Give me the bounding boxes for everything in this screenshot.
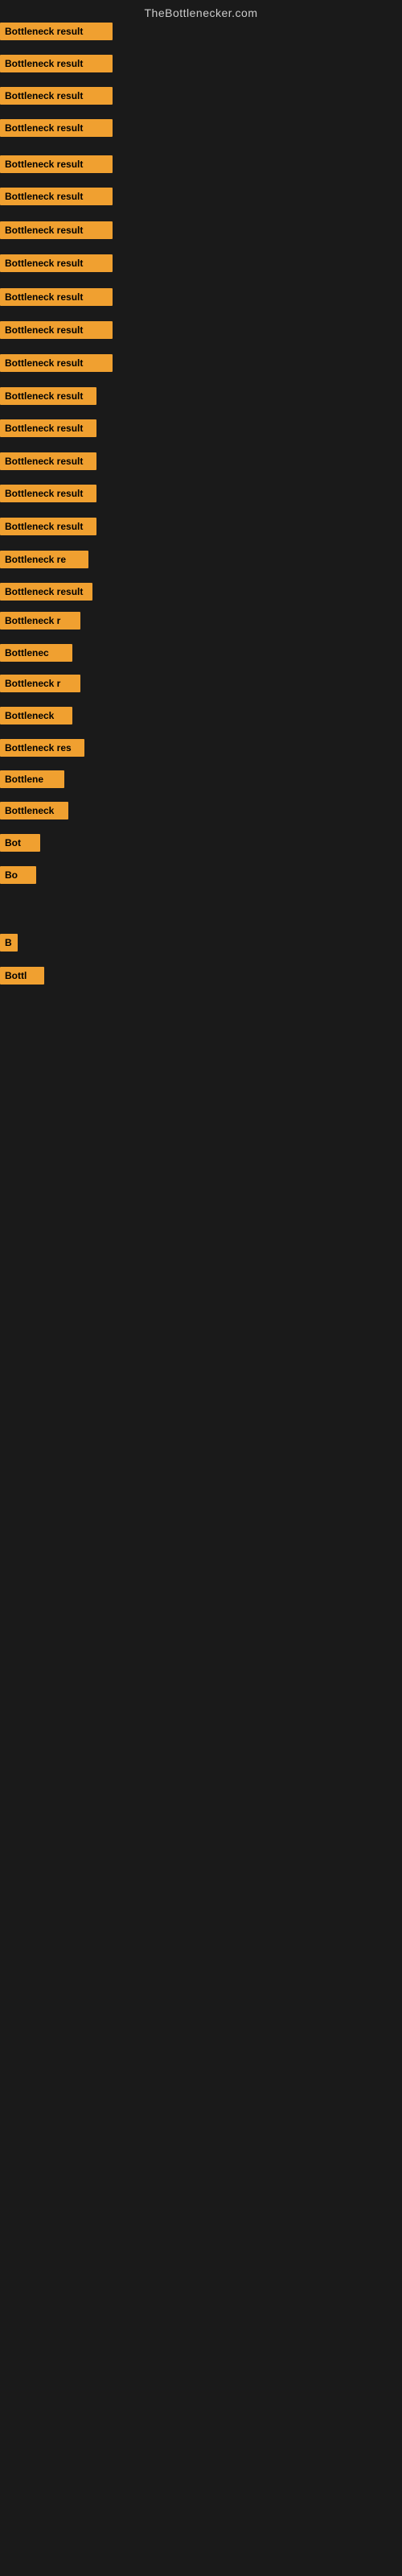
bottleneck-result-item: Bottleneck result bbox=[0, 321, 113, 339]
bottleneck-result-item: Bottleneck result bbox=[0, 485, 96, 502]
bottleneck-result-item: Bottleneck result bbox=[0, 87, 113, 105]
bottleneck-result-item: Bottlenec bbox=[0, 644, 72, 662]
bottleneck-result-item: Bottleneck result bbox=[0, 119, 113, 137]
bottleneck-result-item: Bottleneck result bbox=[0, 23, 113, 40]
bottleneck-result-item: Bottleneck result bbox=[0, 419, 96, 437]
bottleneck-result-item: Bottleneck result bbox=[0, 288, 113, 306]
bottleneck-result-item: Bottleneck result bbox=[0, 55, 113, 72]
bottleneck-result-item: Bottleneck re bbox=[0, 551, 88, 568]
bottleneck-result-item: Bottleneck result bbox=[0, 518, 96, 535]
bottleneck-result-item: Bottleneck result bbox=[0, 583, 92, 601]
bottleneck-result-item: Bottl bbox=[0, 967, 44, 985]
bottleneck-result-item: Bottleneck result bbox=[0, 221, 113, 239]
bottleneck-result-item: Bottleneck result bbox=[0, 188, 113, 205]
bottleneck-result-item: Bottleneck result bbox=[0, 387, 96, 405]
bottleneck-result-item: Bottleneck result bbox=[0, 254, 113, 272]
bottleneck-result-item: Bottleneck result bbox=[0, 354, 113, 372]
bottleneck-result-item: Bot bbox=[0, 834, 40, 852]
bottleneck-result-item: Bottlene bbox=[0, 770, 64, 788]
bottleneck-result-item: Bottleneck result bbox=[0, 452, 96, 470]
bottleneck-result-item: Bottleneck bbox=[0, 707, 72, 724]
bottleneck-result-item: Bottleneck res bbox=[0, 739, 84, 757]
bottleneck-result-item: Bottleneck r bbox=[0, 675, 80, 692]
bottleneck-result-item: B bbox=[0, 934, 18, 952]
bottleneck-result-item: Bo bbox=[0, 866, 36, 884]
bottleneck-result-item: Bottleneck r bbox=[0, 612, 80, 630]
bottleneck-result-item: Bottleneck result bbox=[0, 155, 113, 173]
site-title: TheBottlenecker.com bbox=[0, 0, 402, 23]
bottleneck-result-item: Bottleneck bbox=[0, 802, 68, 819]
